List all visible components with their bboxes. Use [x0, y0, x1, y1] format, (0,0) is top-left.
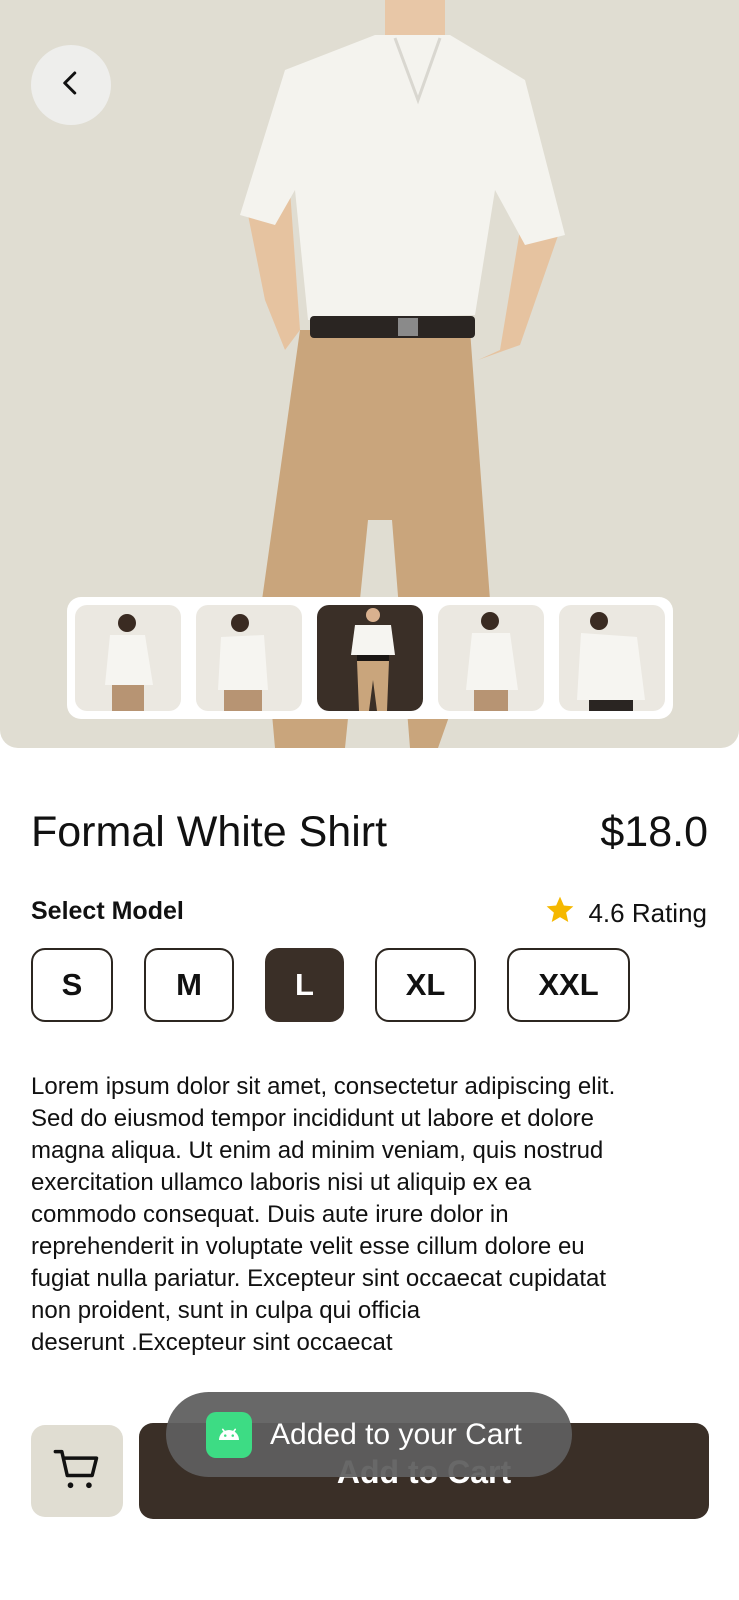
product-hero-image — [0, 0, 739, 748]
cart-icon — [51, 1443, 103, 1500]
size-option-s[interactable]: S — [31, 948, 113, 1022]
rating: 4.6 Rating — [544, 894, 707, 933]
thumbnail-1[interactable] — [75, 605, 181, 711]
back-button[interactable] — [31, 45, 111, 125]
product-description: Lorem ipsum dolor sit amet, consectetur … — [31, 1073, 616, 1356]
thumbnail-strip — [67, 597, 673, 719]
toast-text: Added to your Cart — [270, 1417, 522, 1451]
thumbnail-2[interactable] — [196, 605, 302, 711]
rating-text: 4.6 Rating — [588, 898, 707, 928]
thumbnail-3[interactable] — [317, 605, 423, 711]
size-option-m[interactable]: M — [144, 948, 234, 1022]
cart-button[interactable] — [31, 1425, 123, 1517]
product-title: Formal White Shirt — [31, 808, 388, 856]
thumbnail-5[interactable] — [559, 605, 665, 711]
toast-notification: Added to your Cart — [166, 1392, 572, 1477]
thumbnail-4[interactable] — [438, 605, 544, 711]
select-model-label: Select Model — [31, 897, 184, 925]
chevron-left-icon — [56, 68, 86, 103]
size-option-xxl[interactable]: XXL — [507, 948, 630, 1022]
size-option-xl[interactable]: XL — [375, 948, 476, 1022]
star-icon — [544, 894, 576, 933]
size-option-l[interactable]: L — [265, 948, 344, 1022]
product-price: $18.0 — [600, 808, 708, 856]
size-selector: S M L XL XXL — [31, 948, 630, 1022]
android-app-icon — [206, 1411, 252, 1458]
